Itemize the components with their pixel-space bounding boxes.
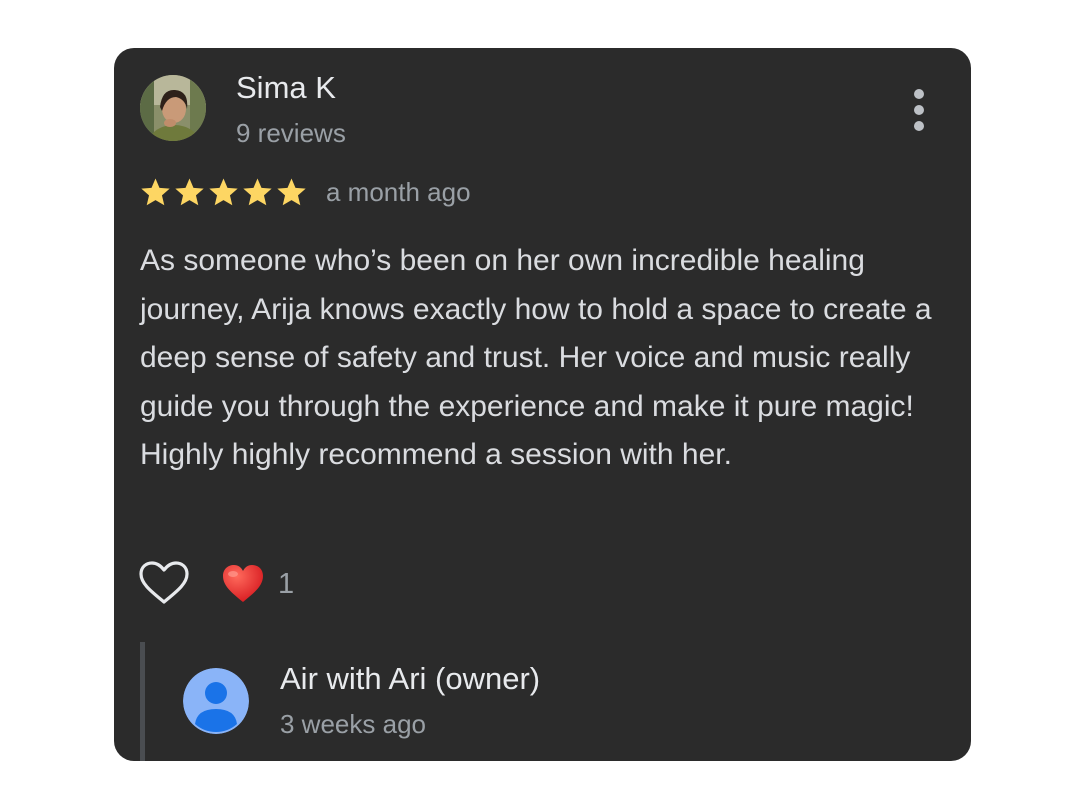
review-text: As someone who’s been on her own incredi… xyxy=(140,244,932,471)
star-icon xyxy=(141,177,170,205)
heart-reaction[interactable]: 1 xyxy=(222,562,294,606)
like-button[interactable] xyxy=(138,560,190,606)
reviewer-avatar[interactable] xyxy=(140,75,206,141)
review-date: a month ago xyxy=(326,176,471,207)
star-icon xyxy=(277,177,306,205)
red-heart-emoji xyxy=(223,565,263,602)
reviewer-photo xyxy=(140,75,206,141)
reviewer-review-count: 9 reviews xyxy=(236,118,346,148)
owner-name[interactable]: Air with Ari (owner) xyxy=(280,661,540,697)
default-person-avatar xyxy=(183,668,249,734)
reviewer-name[interactable]: Sima K xyxy=(236,70,336,106)
star-icon xyxy=(243,177,272,205)
reply-divider xyxy=(140,642,145,761)
owner-avatar[interactable] xyxy=(183,668,249,734)
reaction-count: 1 xyxy=(278,567,295,600)
star-rating xyxy=(139,176,308,209)
more-options-button[interactable] xyxy=(904,86,934,134)
owner-reply-date: 3 weeks ago xyxy=(280,709,426,739)
more-vertical-icon-dot xyxy=(914,105,924,115)
star-icon xyxy=(209,177,238,205)
review-card: Sima K 9 reviews a month ago As someone … xyxy=(114,48,971,761)
more-vertical-icon-dot xyxy=(914,121,924,131)
rating-row: a month ago xyxy=(139,175,471,209)
heart-outline-icon xyxy=(139,561,189,604)
star-icon xyxy=(175,177,204,205)
more-vertical-icon xyxy=(914,89,924,99)
